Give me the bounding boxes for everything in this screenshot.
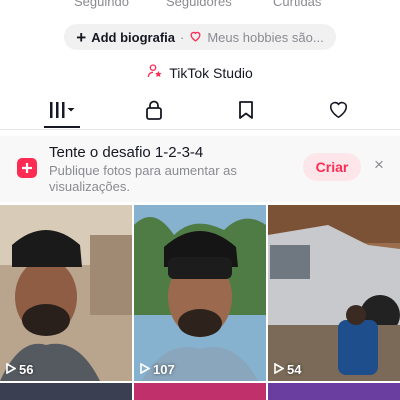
view-count: 56 xyxy=(6,362,33,377)
likes-label[interactable]: Curtidas xyxy=(273,0,321,9)
video-thumbnail-image xyxy=(0,205,132,381)
video-thumbnail[interactable]: 54 xyxy=(268,205,400,381)
play-icon xyxy=(6,362,17,377)
challenge-banner: Tente o desafio 1-2-3-4 Publique fotos p… xyxy=(0,136,400,202)
grid-bars-icon xyxy=(49,101,75,124)
profile-tabs xyxy=(0,96,400,130)
video-thumbnail[interactable] xyxy=(268,383,400,400)
challenge-title: Tente o desafio 1-2-3-4 xyxy=(49,144,204,161)
add-bio-label: Add biografia xyxy=(91,29,175,45)
video-thumbnail[interactable] xyxy=(0,383,132,400)
tab-videos[interactable] xyxy=(32,96,92,128)
create-button[interactable]: Criar xyxy=(303,153,361,181)
video-thumbnail[interactable] xyxy=(134,383,266,400)
tiktok-studio-link[interactable]: TikTok Studio xyxy=(0,63,400,82)
following-label[interactable]: Seguindo xyxy=(74,0,129,9)
profile-stats-row: Seguindo Seguidores Curtidas xyxy=(0,0,400,9)
heart-icon xyxy=(328,100,349,124)
tab-liked[interactable] xyxy=(308,96,368,128)
close-icon[interactable]: × xyxy=(369,155,389,175)
bio-separator: · xyxy=(180,29,185,45)
video-thumbnail[interactable]: 107 xyxy=(134,205,266,381)
lock-icon xyxy=(145,100,163,125)
view-count: 54 xyxy=(274,362,301,377)
view-count-label: 56 xyxy=(19,362,34,377)
heart-outline-icon xyxy=(189,30,202,45)
tiktok-studio-label: TikTok Studio xyxy=(169,64,253,81)
followers-label[interactable]: Seguidores xyxy=(166,0,232,9)
add-bio-button[interactable]: + Add biografia · Meus hobbies são... xyxy=(64,24,336,50)
challenge-subtitle: Publique fotos para aumentar as visualiz… xyxy=(49,163,237,194)
bookmark-icon xyxy=(238,100,254,125)
person-star-icon xyxy=(147,63,163,82)
active-tab-indicator xyxy=(44,126,80,128)
bio-hobbies-suggestion: Meus hobbies são... xyxy=(207,29,324,45)
tab-private[interactable] xyxy=(124,96,184,128)
view-count-label: 107 xyxy=(153,362,175,377)
photo-plus-icon xyxy=(17,158,37,178)
view-count: 107 xyxy=(140,362,175,377)
video-thumbnail-image xyxy=(268,205,400,381)
video-thumbnail[interactable]: 56 xyxy=(0,205,132,381)
view-count-label: 54 xyxy=(287,362,302,377)
tab-favorites[interactable] xyxy=(216,96,276,128)
bio-row: + Add biografia · Meus hobbies são... xyxy=(0,24,400,50)
play-icon xyxy=(274,362,285,377)
plus-icon: + xyxy=(76,27,87,47)
video-grid: 56 107 54 xyxy=(0,205,400,400)
play-icon xyxy=(140,362,151,377)
video-thumbnail-image xyxy=(134,205,266,381)
